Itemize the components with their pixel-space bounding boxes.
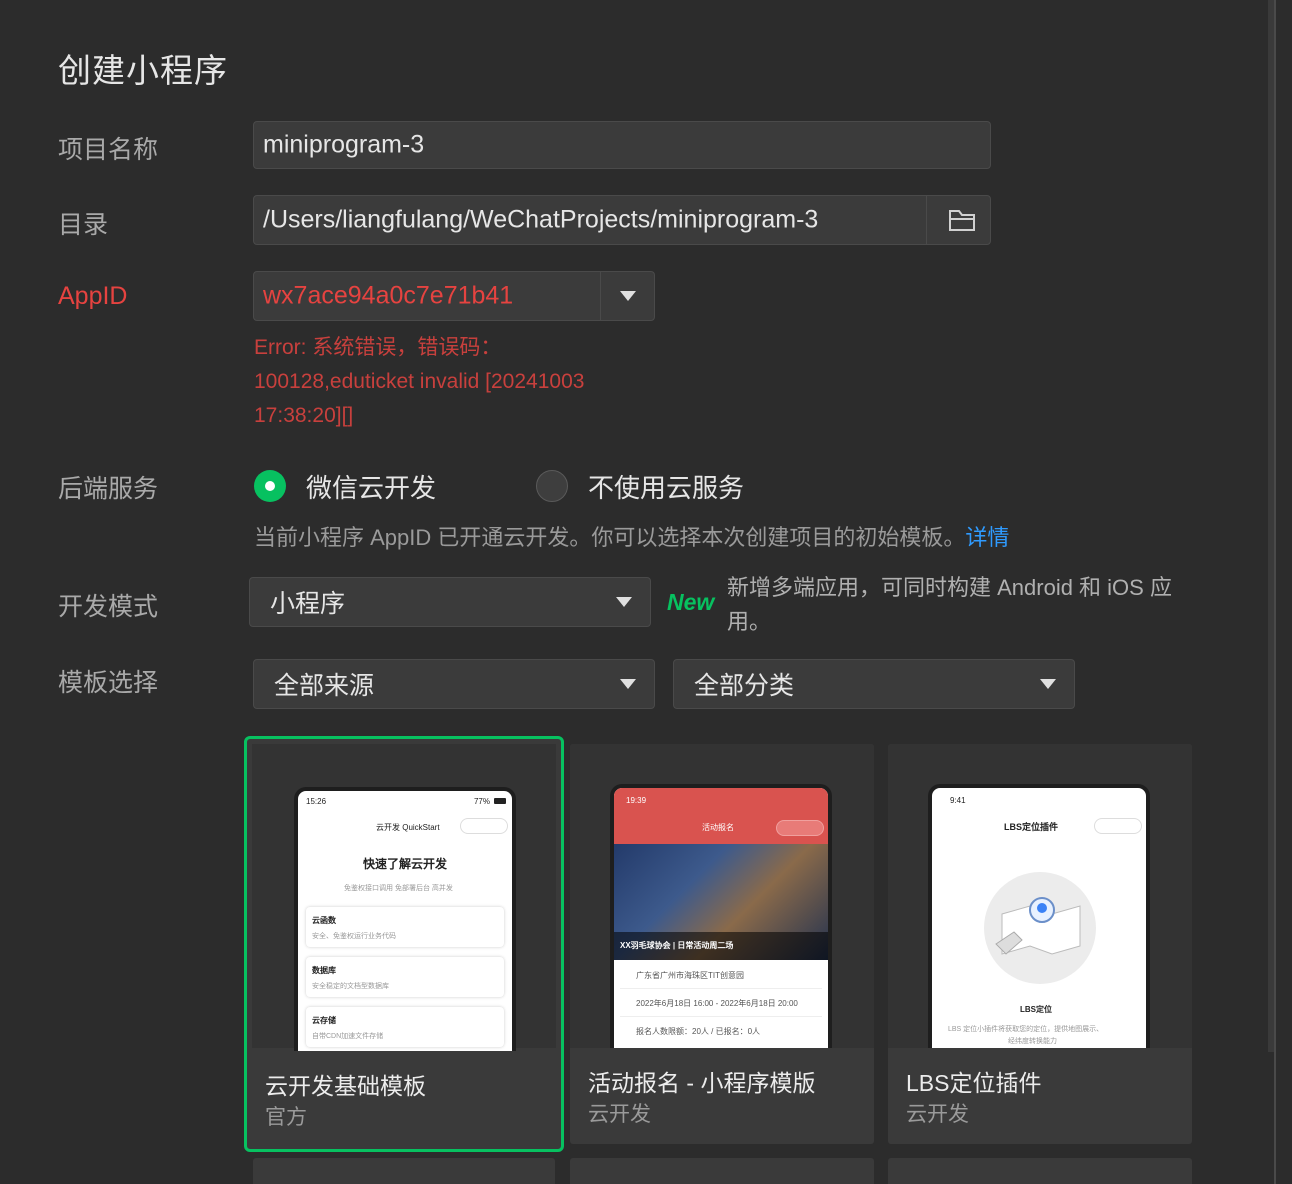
- chevron-down-icon: [616, 597, 632, 607]
- dev-mode-label: 开发模式: [58, 593, 159, 621]
- radio-wechat-cloud[interactable]: [254, 470, 286, 502]
- template-card-title: 活动报名 - 小程序模版: [588, 1070, 816, 1096]
- template-preview-image: 9:41 LBS定位插件 LBS定位 LBS 定位小插件将获取您的定位，提供地图…: [928, 784, 1150, 1048]
- map-pin-illustration: [995, 897, 1081, 955]
- project-name-label: 项目名称: [58, 136, 159, 164]
- template-card-event-signup[interactable]: 19:39 活动报名 XX羽毛球协会 | 日常活动周二场 广东省广州市海珠区TI…: [570, 744, 874, 1144]
- new-badge: New: [667, 589, 715, 615]
- panel-divider: [1274, 0, 1276, 1184]
- template-category-select[interactable]: 全部分类: [673, 659, 1075, 709]
- directory-label: 目录: [58, 211, 109, 239]
- backend-label: 后端服务: [58, 475, 159, 503]
- details-link[interactable]: 详情: [965, 525, 1009, 550]
- radio-no-cloud[interactable]: [536, 470, 568, 502]
- directory-input[interactable]: /Users/liangfulang/WeChatProjects/minipr…: [253, 195, 991, 245]
- dev-mode-select[interactable]: 小程序: [249, 577, 651, 627]
- project-name-input[interactable]: miniprogram-3: [253, 121, 991, 169]
- template-preview-image: 15:26 77% 云开发 QuickStart 快速了解云开发 免鉴权接口调用…: [294, 787, 516, 1051]
- chevron-down-icon: [620, 291, 636, 301]
- appid-error-line1: Error: 系统错误，错误码：: [254, 336, 502, 359]
- dev-mode-note-line1: 新增多端应用，可同时构建 Android 和 iOS 应: [727, 575, 1172, 600]
- appid-error-line3: 17:38:20][]: [254, 404, 354, 427]
- appid-error-line2: 100128,eduticket invalid [20241003: [254, 370, 585, 393]
- template-card-source: 官方: [265, 1106, 307, 1129]
- template-card-title: 云开发基础模板: [265, 1073, 426, 1099]
- radio-wechat-cloud-label[interactable]: 微信云开发: [306, 468, 436, 505]
- template-card-row2-3[interactable]: [888, 1158, 1192, 1184]
- template-card-lbs-plugin[interactable]: 9:41 LBS定位插件 LBS定位 LBS 定位小插件将获取您的定位，提供地图…: [888, 744, 1192, 1144]
- chevron-down-icon: [1040, 679, 1056, 689]
- template-card-row2-2[interactable]: [570, 1158, 874, 1184]
- template-source-select[interactable]: 全部来源: [253, 659, 655, 709]
- radio-no-cloud-label[interactable]: 不使用云服务: [588, 468, 744, 505]
- chevron-down-icon: [620, 679, 636, 689]
- dialog-title: 创建小程序: [58, 52, 228, 89]
- appid-select[interactable]: wx7ace94a0c7e71b41: [253, 271, 655, 321]
- folder-icon[interactable]: [948, 208, 976, 232]
- backend-hint: 当前小程序 AppID 已开通云开发。你可以选择本次创建项目的初始模板。详情: [254, 525, 1010, 550]
- template-label: 模板选择: [58, 669, 159, 697]
- template-card-row2-1[interactable]: [253, 1158, 555, 1184]
- template-card-cloud-basic[interactable]: 15:26 77% 云开发 QuickStart 快速了解云开发 免鉴权接口调用…: [244, 736, 564, 1152]
- template-card-title: LBS定位插件: [906, 1070, 1042, 1096]
- template-card-source: 云开发: [588, 1103, 651, 1126]
- dev-mode-note-line2: 用。: [727, 609, 772, 634]
- appid-label: AppID: [58, 282, 128, 310]
- template-card-source: 云开发: [906, 1103, 969, 1126]
- template-preview-image: 19:39 活动报名 XX羽毛球协会 | 日常活动周二场 广东省广州市海珠区TI…: [610, 784, 832, 1048]
